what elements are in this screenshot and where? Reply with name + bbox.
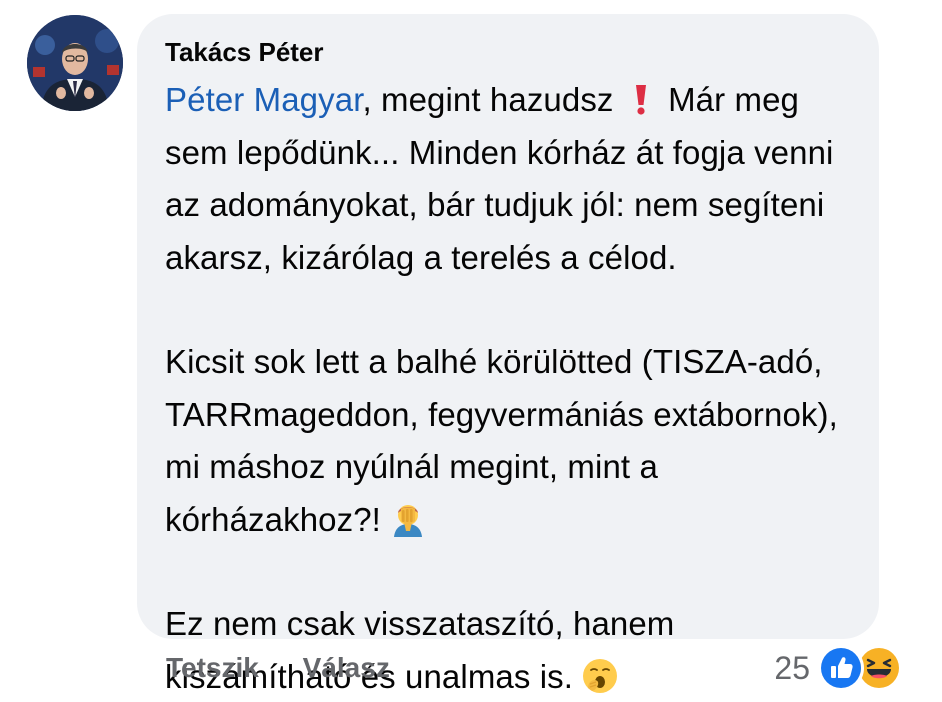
reaction-count: 25 [774,649,810,686]
facepalm-icon [390,501,426,537]
comment-text-segment: Kicsit sok lett a balhé körülötted (TISZ… [165,343,838,538]
comment-text-segment: , megint hazudsz [362,81,614,118]
like-button[interactable]: Tetszik [166,652,259,684]
comment-text: Péter Magyar, megint hazudsz Már meg sem… [165,74,851,702]
mention-link[interactable]: Péter Magyar [165,81,362,118]
red-exclamation-icon [623,81,659,117]
comment-paragraph-3: Ez nem csak visszataszító, hanem kiszámí… [165,598,851,702]
profile-photo [27,15,123,111]
reply-button[interactable]: Válasz [303,652,390,684]
comment-author[interactable]: Takács Péter [165,36,851,68]
comment-paragraph-2: Kicsit sok lett a balhé körülötted (TISZ… [165,336,851,546]
yawning-face-icon [582,658,618,694]
comment-actions: Tetszik Válasz [166,652,390,684]
avatar[interactable] [27,15,123,111]
like-reaction-icon [818,645,864,691]
comment-paragraph-1: Péter Magyar, megint hazudsz Már meg sem… [165,74,851,284]
comment-bubble: Takács Péter Péter Magyar, megint hazuds… [137,14,879,695]
reaction-summary[interactable]: 25 [774,645,902,691]
